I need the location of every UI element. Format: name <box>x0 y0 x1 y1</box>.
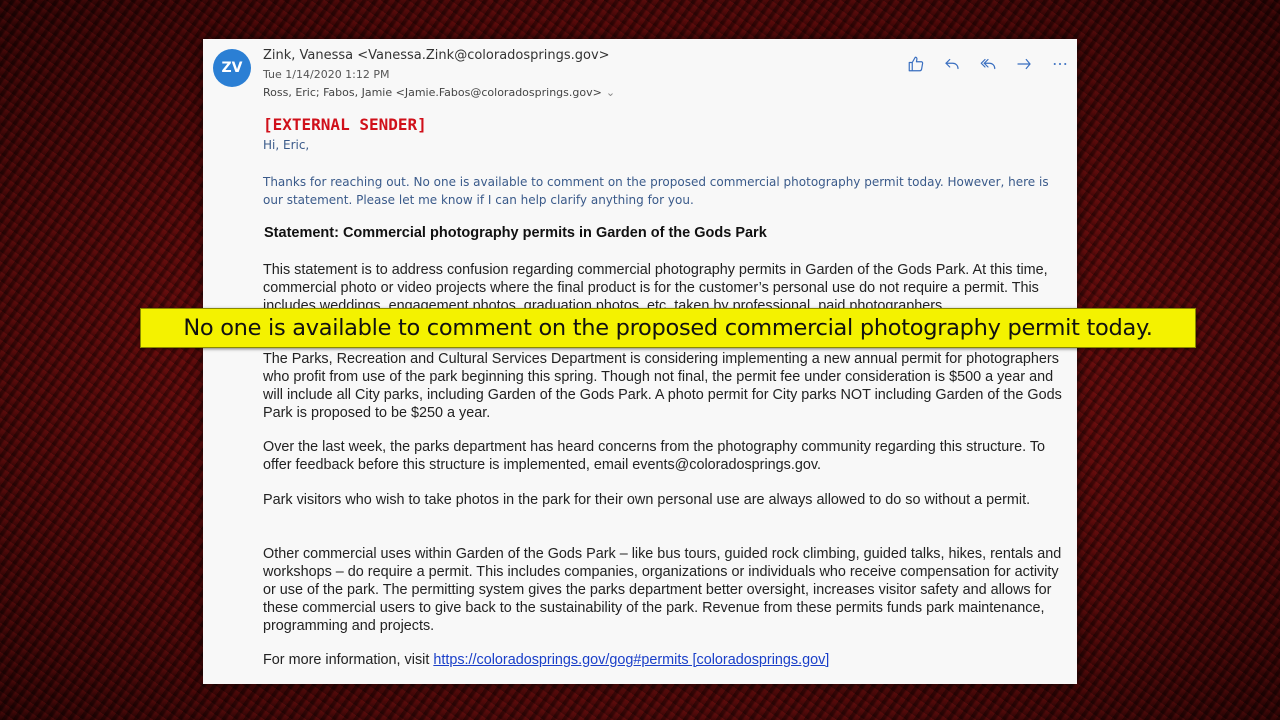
message-actions <box>907 55 1069 73</box>
more-icon[interactable] <box>1051 55 1069 73</box>
external-sender-banner: [EXTERNAL SENDER] <box>263 115 427 134</box>
recipients-line[interactable]: Ross, Eric; Fabos, Jamie <Jamie.Fabos@co… <box>263 86 615 99</box>
statement-paragraph-2: The Parks, Recreation and Cultural Servi… <box>263 351 1062 421</box>
recipients-text: Ross, Eric; Fabos, Jamie <Jamie.Fabos@co… <box>263 86 602 99</box>
reply-icon[interactable] <box>943 55 961 73</box>
sender-line[interactable]: Zink, Vanessa <Vanessa.Zink@coloradospri… <box>263 48 610 63</box>
highlight-caption: No one is available to comment on the pr… <box>140 308 1196 348</box>
forward-icon[interactable] <box>1015 55 1033 73</box>
more-info-paragraph: For more information, visit https://colo… <box>263 651 1069 669</box>
statement-title: Statement: Commercial photography permit… <box>264 225 767 241</box>
statement-paragraph-1: This statement is to address confusion r… <box>263 262 1048 314</box>
like-icon[interactable] <box>907 55 925 73</box>
sender-avatar[interactable]: ZV <box>213 49 251 87</box>
reply-all-icon[interactable] <box>979 55 997 73</box>
statement-paragraph-4: Park visitors who wish to take photos in… <box>263 492 1031 508</box>
more-info-prefix: For more information, visit <box>263 652 434 668</box>
email-reading-pane: ZV Zink, Vanessa <Vanessa.Zink@colorados… <box>203 39 1077 684</box>
permits-link[interactable]: https://coloradosprings.gov/gog#permits … <box>433 652 829 668</box>
sent-date: Tue 1/14/2020 1:12 PM <box>263 68 390 81</box>
statement-paragraph-5: Other commercial uses within Garden of t… <box>263 546 1062 634</box>
intro-paragraph: Thanks for reaching out. No one is avail… <box>263 175 1049 207</box>
greeting: Hi, Eric, <box>263 138 310 152</box>
chevron-down-icon[interactable]: ⌄ <box>606 86 615 99</box>
statement-paragraph-3: Over the last week, the parks department… <box>263 439 1046 473</box>
